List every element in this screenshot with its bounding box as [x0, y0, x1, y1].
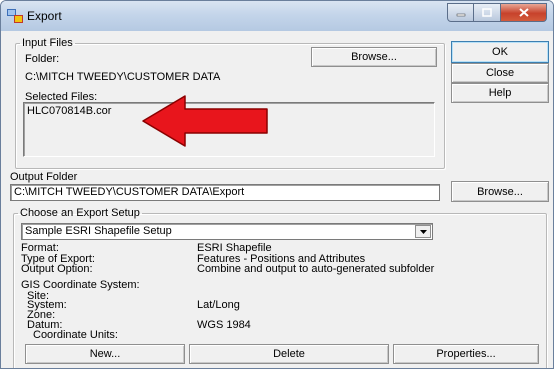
- output-folder-field[interactable]: C:\MITCH TWEEDY\CUSTOMER DATA\Export: [10, 184, 440, 201]
- coordinate-units-label: Coordinate Units:: [33, 329, 118, 341]
- input-files-legend: Input Files: [22, 37, 73, 49]
- folder-label: Folder:: [25, 53, 60, 65]
- browse-output-button[interactable]: Browse...: [451, 181, 549, 202]
- ok-button[interactable]: OK: [451, 41, 549, 63]
- browse-input-button[interactable]: Browse...: [311, 47, 437, 67]
- help-button[interactable]: Help: [451, 83, 549, 103]
- dialog-body: Input Files Folder: Browse... C:\MITCH T…: [7, 31, 549, 368]
- minimize-button[interactable]: [447, 3, 474, 22]
- dropdown-button[interactable]: [415, 225, 431, 238]
- export-app-icon: [7, 9, 23, 23]
- export-setup-legend: Choose an Export Setup: [20, 207, 140, 219]
- minimize-icon: [456, 13, 465, 16]
- new-setup-button[interactable]: New...: [25, 344, 185, 364]
- delete-setup-button[interactable]: Delete: [189, 344, 389, 364]
- close-icon: [518, 8, 529, 17]
- window-title: Export: [27, 9, 62, 23]
- close-window-button[interactable]: [501, 3, 547, 22]
- datum-value: WGS 1984: [197, 319, 251, 331]
- maximize-icon: [482, 8, 492, 17]
- maximize-button[interactable]: [474, 3, 501, 22]
- export-setup-select[interactable]: Sample ESRI Shapefile Setup: [21, 223, 433, 240]
- output-folder-label: Output Folder: [10, 171, 78, 183]
- output-option-label: Output Option:: [21, 263, 93, 275]
- chevron-down-icon: [419, 229, 427, 234]
- title-bar[interactable]: Export: [1, 1, 553, 31]
- red-pointer-arrow: [142, 95, 268, 147]
- input-folder-path: C:\MITCH TWEEDY\CUSTOMER DATA: [25, 71, 221, 83]
- output-option-value: Combine and output to auto-generated sub…: [197, 263, 435, 275]
- properties-button[interactable]: Properties...: [393, 344, 539, 364]
- close-button[interactable]: Close: [451, 63, 549, 83]
- system-value: Lat/Long: [197, 299, 240, 311]
- export-setup-value: Sample ESRI Shapefile Setup: [25, 225, 172, 237]
- list-item[interactable]: HLC070814B.cor: [27, 105, 111, 117]
- export-dialog: Export Input Files Folder: Browse... C:\…: [0, 0, 554, 369]
